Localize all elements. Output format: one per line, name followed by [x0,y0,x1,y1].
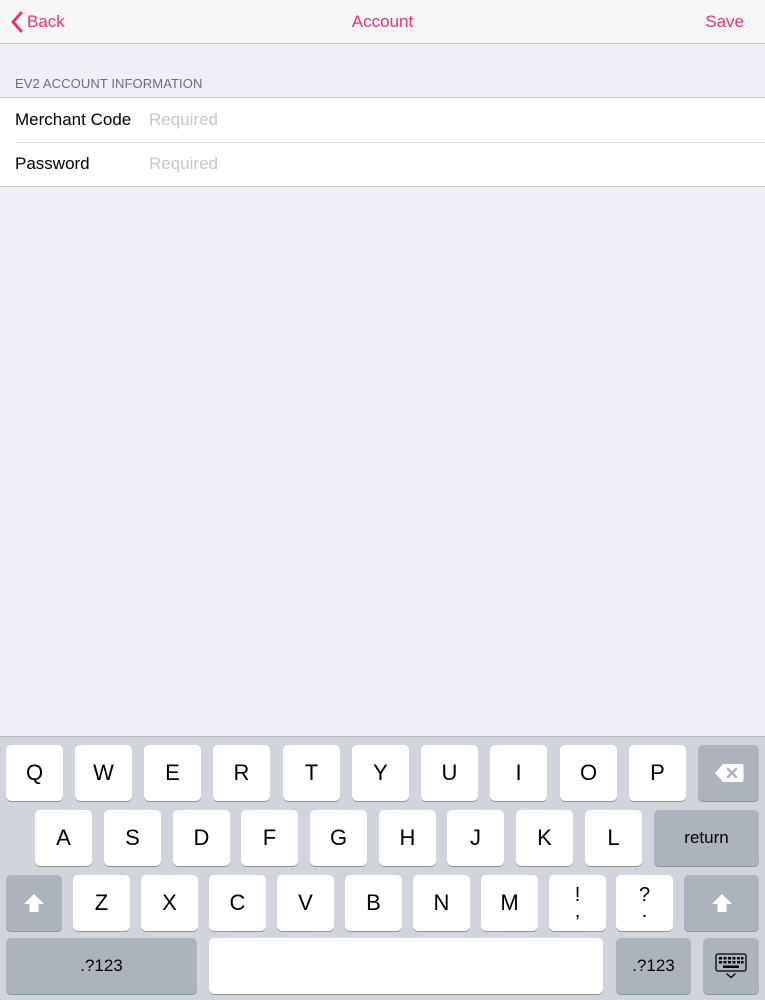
return-key[interactable]: return [654,810,759,866]
key-b[interactable]: B [345,875,402,931]
key-c[interactable]: C [209,875,266,931]
back-button[interactable]: Back [10,0,65,44]
key-exclaim-bottom: , [574,900,581,922]
numbers-key-right[interactable]: .?123 [616,938,691,994]
key-exclaim-comma-label: ! , [574,885,581,922]
key-f[interactable]: F [241,810,298,866]
merchant-code-label: Merchant Code [15,110,132,129]
page-title: Account [351,12,414,31]
password-row: Password [0,142,765,186]
back-button-label: Back [27,12,65,31]
shift-key-right[interactable] [684,875,759,931]
key-t[interactable]: T [283,745,340,801]
key-j[interactable]: J [447,810,504,866]
navigation-bar: Back Account Save [0,0,765,44]
key-r[interactable]: R [213,745,270,801]
merchant-code-input[interactable] [149,110,739,130]
key-y[interactable]: Y [352,745,409,801]
shift-icon [711,894,732,912]
password-label: Password [15,154,90,173]
key-exclaim-comma[interactable]: ! , [549,875,606,931]
key-u[interactable]: U [421,745,478,801]
key-n[interactable]: N [413,875,470,931]
key-o[interactable]: O [560,745,617,801]
chevron-left-icon [11,11,23,33]
key-e[interactable]: E [144,745,201,801]
key-d[interactable]: D [173,810,230,866]
key-w[interactable]: W [75,745,132,801]
key-k[interactable]: K [516,810,573,866]
key-g[interactable]: G [310,810,367,866]
keyboard-dismiss-key[interactable] [703,938,759,994]
key-l[interactable]: L [585,810,642,866]
key-h[interactable]: H [379,810,436,866]
key-s[interactable]: S [104,810,161,866]
key-question-period-label: ? . [639,885,650,922]
key-question-period[interactable]: ? . [616,875,673,931]
backspace-icon [714,764,743,782]
key-v[interactable]: V [277,875,334,931]
keyboard-dismiss-icon [715,953,747,979]
key-m[interactable]: M [481,875,538,931]
key-x[interactable]: X [141,875,198,931]
key-a[interactable]: A [35,810,92,866]
shift-key-left[interactable] [6,875,62,931]
key-i[interactable]: I [490,745,547,801]
save-button[interactable]: Save [705,0,744,44]
merchant-code-row: Merchant Code [0,98,765,142]
key-z[interactable]: Z [73,875,130,931]
account-form: Merchant Code Password [0,97,765,187]
keyboard: Q W E R T Y U I O P A S D F G H J K L re… [0,736,765,1000]
space-key[interactable] [209,938,603,994]
key-p[interactable]: P [629,745,686,801]
section-header: EV2 ACCOUNT INFORMATION [15,76,203,91]
password-input[interactable] [149,154,739,174]
shift-icon [24,894,44,912]
backspace-key[interactable] [698,745,759,801]
key-q[interactable]: Q [6,745,63,801]
numbers-key-left[interactable]: .?123 [6,938,197,994]
key-question-bottom: . [641,900,648,922]
